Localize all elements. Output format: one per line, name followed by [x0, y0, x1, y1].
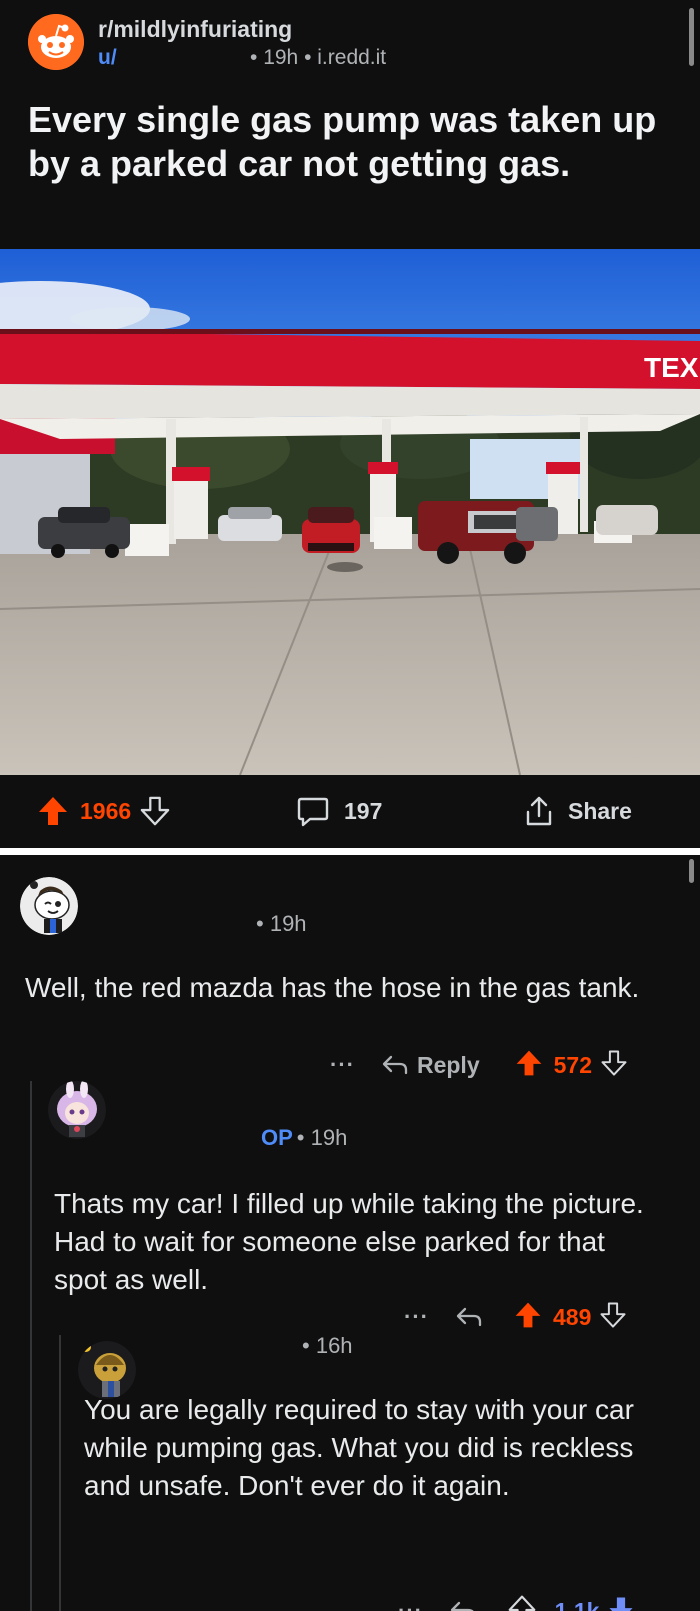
thread-line[interactable] [30, 1081, 32, 1611]
meta-dot: • [256, 911, 270, 936]
comment-score: -1.1k [546, 1597, 600, 1611]
comment-meta: OP • 19h [261, 1125, 347, 1151]
reply-arrow-icon [456, 1307, 482, 1327]
comment-actions: ··· -1.1k [398, 1591, 635, 1611]
arrow-up-icon[interactable] [514, 1048, 544, 1083]
avatar[interactable] [20, 877, 78, 935]
canopy-sign-text: TEX [644, 352, 699, 383]
comment-count: 197 [344, 797, 383, 824]
share-label: Share [568, 797, 632, 824]
scrollbar[interactable] [689, 8, 694, 66]
comment-body[interactable]: Well, the red mazda has the hose in the … [25, 969, 665, 1007]
more-options-button[interactable]: ··· [330, 1052, 355, 1078]
speech-bubble-icon [296, 794, 330, 828]
meta-dot: • [302, 1333, 316, 1358]
comment-time: 19h [310, 1125, 348, 1150]
post-actions: 1966 197 Share [0, 778, 700, 844]
post-meta: • 19h • i.redd.it [250, 46, 386, 70]
comment-time: 16h [315, 1333, 353, 1358]
scrollbar[interactable] [689, 859, 694, 883]
anime-avatar-icon [48, 1081, 106, 1139]
post-time: 19h [263, 46, 299, 69]
comment-body[interactable]: Thats my car! I filled up while taking t… [54, 1185, 664, 1299]
comments-section: • 19h Well, the red mazda has the hose i… [0, 855, 700, 1611]
avatar[interactable] [48, 1081, 106, 1139]
arrow-down-icon[interactable] [139, 795, 171, 827]
subreddit-name[interactable]: r/mildlyinfuriating [98, 16, 292, 43]
post-author[interactable]: u/ [98, 46, 117, 70]
comment-meta: • 16h [302, 1333, 353, 1359]
car-silver-suv [596, 505, 658, 535]
subreddit-icon [28, 14, 84, 70]
reply-button[interactable] [449, 1599, 477, 1611]
post-card: r/mildlyinfuriating u/ • 19h • i.redd.it… [0, 0, 700, 848]
more-options-button[interactable]: ··· [398, 1598, 423, 1611]
arrow-down-icon[interactable] [607, 1595, 635, 1611]
reply-label: Reply [416, 1051, 480, 1078]
post-header: r/mildlyinfuriating u/ • 19h • i.redd.it [28, 14, 668, 70]
op-badge: OP [261, 1125, 293, 1150]
arrow-down-icon[interactable] [599, 1301, 627, 1334]
gas-station-photo: TEX [0, 249, 700, 775]
arrow-up-icon[interactable] [507, 1594, 537, 1611]
comment-score: 572 [553, 1051, 592, 1078]
post-title[interactable]: Every single gas pump was taken up by a … [28, 98, 678, 186]
meta-dot: • [250, 46, 264, 69]
arrow-up-icon[interactable] [36, 794, 70, 828]
section-divider [0, 848, 700, 855]
share-button[interactable]: Share [522, 778, 632, 844]
arrow-down-icon[interactable] [600, 1049, 628, 1082]
vote-group: 1966 [36, 778, 171, 844]
subreddit-avatar[interactable] [28, 14, 84, 70]
reply-arrow-icon [382, 1055, 408, 1075]
comment-actions: ··· Reply 572 [330, 1045, 628, 1085]
car-grey-suv [516, 507, 558, 541]
comments-button[interactable]: 197 [296, 778, 382, 844]
post-score: 1966 [80, 797, 132, 824]
comment-meta: • 19h [256, 911, 307, 937]
comment-score: 489 [552, 1303, 592, 1330]
more-options-button[interactable]: ··· [404, 1304, 429, 1330]
comment-body[interactable]: You are legally required to stay with yo… [84, 1391, 674, 1505]
reply-button[interactable] [455, 1305, 483, 1329]
arrow-up-icon[interactable] [513, 1300, 543, 1335]
share-icon [522, 794, 556, 828]
reply-button[interactable]: Reply [381, 1052, 480, 1079]
post-image[interactable]: TEX [0, 249, 700, 775]
comment-actions: ··· 489 [404, 1297, 627, 1337]
car-red-mazda [302, 507, 360, 553]
comment-time: 19h [269, 911, 307, 936]
meta-dot: • [296, 1125, 311, 1150]
post-domain[interactable]: i.redd.it [317, 46, 386, 69]
meta-dot: • [298, 46, 318, 69]
snoo-avatar-icon [20, 877, 78, 935]
thread-line[interactable] [59, 1335, 61, 1611]
reply-arrow-icon [450, 1601, 474, 1611]
